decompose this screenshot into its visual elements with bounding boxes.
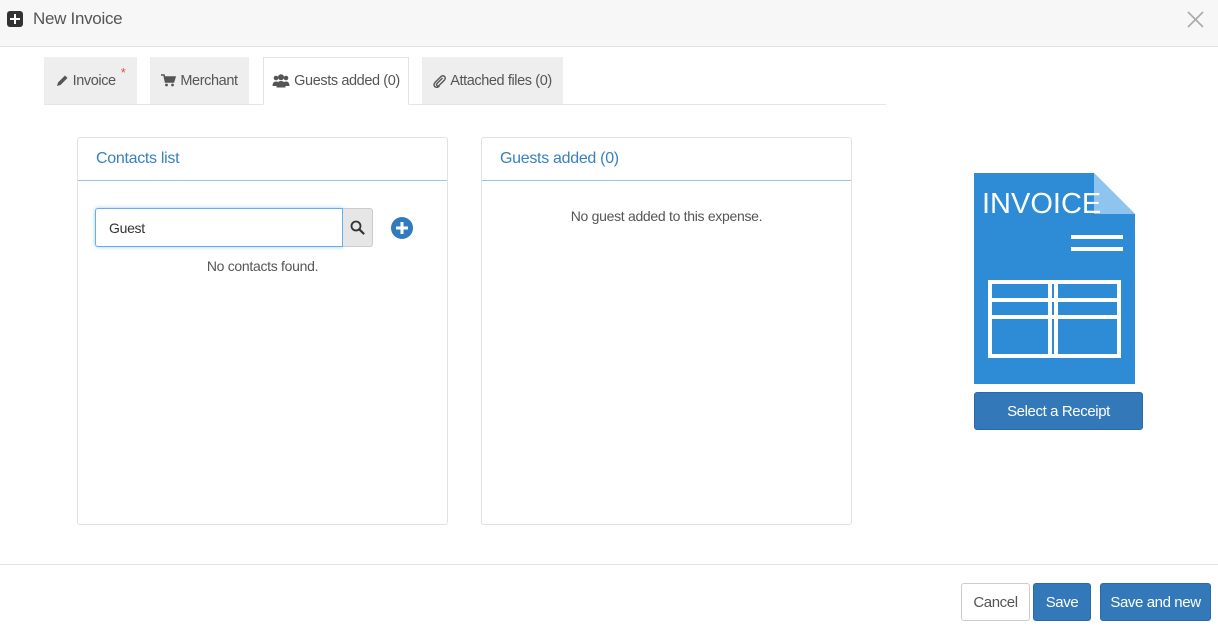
no-guests-message: No guest added to this expense. (570, 208, 763, 224)
footer-divider (0, 564, 1218, 565)
cart-icon (161, 74, 177, 87)
guests-added-panel: Guests added (0) No guest added to this … (481, 137, 852, 525)
tab-guests-added[interactable]: Guests added (0) (263, 57, 409, 105)
tab-invoice-label: Invoice (72, 72, 117, 89)
tab-merchant[interactable]: Merchant (150, 57, 249, 104)
contact-search-input[interactable] (95, 208, 343, 247)
contacts-list-title: Contacts list (78, 138, 447, 181)
modal-title: New Invoice (33, 9, 123, 28)
modal-header: New Invoice (0, 0, 1218, 47)
tab-invoice[interactable]: Invoice * (44, 57, 137, 104)
plus-circle-icon[interactable] (390, 216, 414, 240)
pencil-icon (56, 75, 68, 86)
save-and-new-button[interactable]: Save and new (1100, 583, 1211, 621)
invoice-image-text: INVOICE (982, 188, 1101, 220)
contacts-list-panel: Contacts list No contacts found. (77, 137, 448, 525)
no-contacts-message: No contacts found. (206, 258, 319, 274)
invoice-document-icon[interactable]: INVOICE (974, 173, 1135, 384)
tab-guests-added-label: Guests added (0) (294, 73, 400, 89)
guests-added-title: Guests added (0) (482, 138, 851, 181)
select-receipt-button[interactable]: Select a Receipt (974, 392, 1143, 430)
required-marker: * (120, 65, 126, 80)
tab-merchant-label: Merchant (180, 72, 238, 89)
contact-search (95, 208, 373, 247)
search-icon (350, 220, 365, 235)
users-icon (272, 74, 290, 88)
save-button[interactable]: Save (1033, 583, 1091, 621)
cancel-button[interactable]: Cancel (961, 583, 1030, 621)
paperclip-icon (433, 74, 447, 88)
tab-attached-files-label: Attached files (0) (450, 72, 552, 89)
close-icon[interactable] (1186, 10, 1205, 29)
tab-attached-files[interactable]: Attached files (0) (422, 57, 563, 104)
plus-square-icon (7, 11, 23, 27)
tab-bar: Invoice * Merchant Guests added (0) Atta… (44, 57, 886, 105)
search-button[interactable] (343, 208, 373, 247)
